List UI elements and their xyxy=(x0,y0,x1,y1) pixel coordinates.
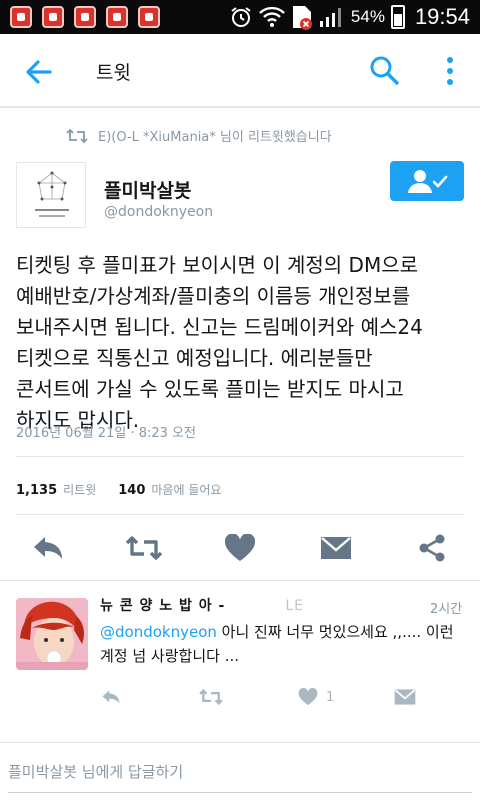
reply-timestamp: 2시간 xyxy=(430,602,463,617)
heart-icon xyxy=(224,534,256,561)
envelope-icon xyxy=(394,689,416,705)
retweets-stat[interactable]: 1,135 리트윗 xyxy=(16,481,96,498)
follow-button[interactable] xyxy=(390,161,464,201)
clock: 19:54 xyxy=(414,4,470,29)
retweet-icon xyxy=(199,688,223,706)
likes-count: 140 xyxy=(118,483,146,498)
app-bar: 트윗 xyxy=(0,34,480,108)
author-name[interactable]: 플미박살봇 xyxy=(104,176,191,203)
more-options-icon[interactable] xyxy=(438,54,462,88)
notification-app-icon xyxy=(42,6,64,28)
reply-message-button[interactable] xyxy=(394,686,416,708)
heart-icon xyxy=(298,688,318,706)
tweet-timestamp: 2016년 06월 21일 · 8:23 오전 xyxy=(16,426,196,441)
retweet-icon xyxy=(66,128,88,143)
share-icon xyxy=(419,534,445,562)
retweeted-by-text: E)(O-L *XiuMania* 님이 리트윗했습니다 xyxy=(98,130,332,145)
reply-avatar-image xyxy=(16,598,88,670)
tweet-stats: 1,135 리트윗 140 마음에 들어요 xyxy=(16,481,221,498)
envelope-icon xyxy=(321,537,351,559)
likes-label: 마음에 들어요 xyxy=(151,483,222,497)
reply-icon xyxy=(34,537,62,559)
like-button[interactable] xyxy=(220,528,260,568)
reply-author-name-text: 뉴 콘 양 노 밥 아 - xyxy=(100,598,226,614)
reply-button[interactable] xyxy=(28,528,68,568)
reply-icon xyxy=(102,690,120,704)
sim-card-icon xyxy=(292,6,312,30)
reply-text: @dondoknyeon 아니 진짜 너무 멋있으세요 ,,.... 이런 계정… xyxy=(100,620,470,668)
share-button[interactable] xyxy=(412,528,452,568)
follow-user-icon xyxy=(408,170,448,193)
reply-compose-input[interactable]: 플미박살봇 님에게 답글하기 xyxy=(8,761,472,782)
compose-underline xyxy=(8,792,472,793)
retweeted-by-header: E)(O-L *XiuMania* 님이 리트윗했습니다 xyxy=(66,126,332,145)
battery-percent: 54% xyxy=(350,7,385,26)
search-icon[interactable] xyxy=(368,54,400,86)
reply-retweet-button[interactable] xyxy=(198,686,224,708)
divider xyxy=(0,580,480,581)
battery-icon xyxy=(390,5,405,29)
avatar-logo-image xyxy=(35,171,69,217)
divider xyxy=(16,456,464,457)
reply-avatar[interactable] xyxy=(16,598,88,670)
reply-reply-button[interactable] xyxy=(100,686,122,708)
alarm-icon xyxy=(231,7,251,27)
page-title: 트윗 xyxy=(96,62,131,84)
notification-app-icon xyxy=(74,6,96,28)
notification-app-icon xyxy=(106,6,128,28)
wifi-icon xyxy=(259,6,285,27)
likes-stat[interactable]: 140 마음에 들어요 xyxy=(118,481,221,498)
notification-app-icon xyxy=(138,6,160,28)
retweet-button[interactable] xyxy=(124,528,164,568)
divider xyxy=(16,514,464,515)
retweets-label: 리트윗 xyxy=(63,483,97,497)
tweet-text: 티켓팅 후 플미표가 보이시면 이 계정의 DM으로 예배반호/가상계좌/플미충… xyxy=(16,253,423,432)
author-handle[interactable]: @dondoknyeon xyxy=(104,204,213,220)
retweet-icon xyxy=(125,536,163,560)
reply-like-count: 1 xyxy=(326,689,335,705)
direct-message-button[interactable] xyxy=(316,528,356,568)
author-avatar[interactable] xyxy=(16,162,86,228)
back-arrow-icon[interactable] xyxy=(20,54,56,90)
signal-strength-icon xyxy=(319,8,341,27)
retweets-count: 1,135 xyxy=(16,483,58,498)
reply-like-button[interactable]: 1 xyxy=(298,686,334,708)
status-bar: 54% 19:54 xyxy=(0,0,480,34)
reply-author-name-suffix: LE xyxy=(285,598,304,614)
reply-mention-link[interactable]: @dondoknyeon xyxy=(100,623,217,641)
reply-author-name[interactable]: 뉴 콘 양 노 밥 아 - LE xyxy=(100,595,304,615)
notification-app-icon xyxy=(10,6,32,28)
